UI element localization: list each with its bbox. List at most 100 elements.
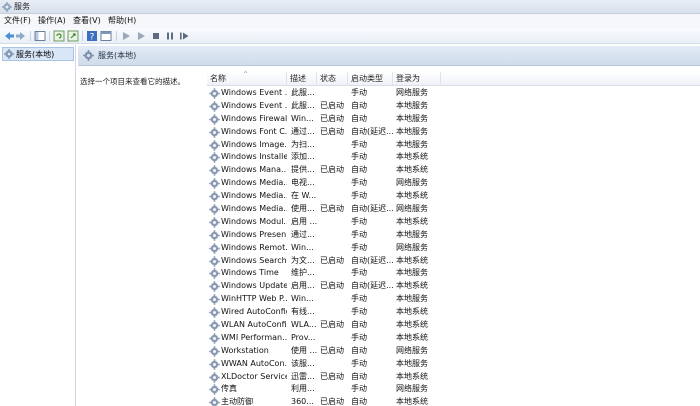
- table-row[interactable]: WWAN AutoCon... 该服... 手动 本地服务: [207, 358, 700, 371]
- table-row[interactable]: Windows Media... 电视... 手动 网络服务: [207, 177, 700, 190]
- table-row[interactable]: Windows Remot... Win... 手动 网络服务: [207, 242, 700, 255]
- column-header-startup-type[interactable]: 启动类型: [348, 72, 393, 86]
- service-logon-as: 本地系统: [396, 371, 428, 381]
- column-header-status[interactable]: 状态: [317, 72, 348, 86]
- table-row[interactable]: Windows Update 启用... 已启动 自动(延迟... 本地系统: [207, 280, 700, 293]
- table-row[interactable]: Windows Installer 添加... 手动 本地系统: [207, 151, 700, 164]
- service-description: 启用 ...: [291, 216, 318, 226]
- service-logon-as: 本地服务: [396, 294, 428, 304]
- service-logon-as: 网络服务: [396, 178, 428, 188]
- toolbar: ?: [0, 28, 700, 44]
- service-logon-as: 网络服务: [396, 242, 428, 252]
- table-row[interactable]: WinHTTP Web P... Win... 手动 本地服务: [207, 293, 700, 306]
- service-name: XLDoctor Service: [221, 371, 287, 381]
- service-gear-icon: [209, 114, 220, 125]
- stop-icon[interactable]: [150, 30, 162, 42]
- tree-item-services-local[interactable]: 服务(本地): [2, 47, 74, 61]
- help-icon[interactable]: ?: [86, 30, 98, 42]
- start-alt-icon[interactable]: [135, 30, 147, 42]
- table-row[interactable]: WLAN AutoConfig WLA... 已启动 自动 本地系统: [207, 319, 700, 332]
- back-icon[interactable]: [3, 30, 15, 42]
- start-icon[interactable]: [120, 30, 132, 42]
- tree-item-label: 服务(本地): [16, 50, 55, 59]
- service-logon-as: 本地系统: [396, 397, 428, 406]
- table-row[interactable]: Windows Presen... 通过... 手动 本地服务: [207, 229, 700, 242]
- service-logon-as: 本地系统: [396, 165, 428, 175]
- service-startup-type: 自动: [351, 345, 367, 355]
- service-name: Windows Modul...: [221, 216, 287, 226]
- refresh-icon[interactable]: [53, 30, 65, 42]
- service-gear-icon: [209, 268, 220, 280]
- service-gear-icon: [209, 191, 220, 202]
- service-status: [320, 383, 348, 396]
- sort-ascending-icon: ^: [243, 71, 249, 78]
- service-status: 已启动: [320, 345, 344, 355]
- table-row[interactable]: Windows Media... 在 W... 手动 本地系统: [207, 190, 700, 203]
- service-startup-type: 自动: [351, 397, 367, 406]
- service-logon-as: 本地系统: [396, 307, 428, 317]
- table-row[interactable]: Workstation 使用 ... 已启动 自动 网络服务: [207, 345, 700, 358]
- service-gear-icon: [209, 204, 220, 215]
- service-logon-as: 本地服务: [396, 358, 428, 368]
- column-header-name[interactable]: 名称 ^: [207, 72, 287, 86]
- properties-icon[interactable]: [100, 30, 112, 42]
- service-logon-as: 本地服务: [396, 126, 428, 136]
- menu-file[interactable]: 文件(F): [4, 16, 31, 26]
- menu-help[interactable]: 帮助(H): [108, 16, 136, 26]
- service-name: WLAN AutoConfig: [221, 320, 287, 330]
- service-gear-icon: [209, 281, 220, 293]
- service-name: Windows Event ...: [221, 88, 287, 97]
- table-row[interactable]: Windows Event ... 此服... 已启动 自动 本地服务: [207, 100, 700, 113]
- console-tree-icon[interactable]: [34, 30, 46, 42]
- table-row[interactable]: XLDoctor Service 迅雷... 已启动 自动 本地系统: [207, 371, 700, 384]
- table-row[interactable]: Windows Image... 为扫... 手动 本地服务: [207, 139, 700, 152]
- service-status: 已启动: [320, 100, 344, 110]
- table-row[interactable]: 主动防御 360... 已启动 自动 本地系统: [207, 396, 700, 406]
- table-row[interactable]: Windows Mana... 提供... 已启动 自动 本地系统: [207, 164, 700, 177]
- service-gear-icon: [209, 101, 220, 112]
- service-status: 已启动: [320, 126, 344, 136]
- service-logon-as: 网络服务: [396, 345, 428, 355]
- service-gear-icon: [209, 307, 220, 318]
- service-startup-type: 手动: [351, 384, 367, 394]
- table-row[interactable]: WMI Performan... Prov... 手动 本地系统: [207, 332, 700, 345]
- table-row[interactable]: Windows Firewall Win... 已启动 自动 本地服务: [207, 113, 700, 126]
- service-name: 传真: [221, 384, 237, 394]
- service-gear-icon: [4, 49, 14, 59]
- table-row[interactable]: Wired AutoConfig 有线... 手动 本地系统: [207, 306, 700, 319]
- forward-icon[interactable]: [15, 30, 27, 42]
- service-status: 已启动: [320, 397, 344, 406]
- service-name: Wired AutoConfig: [221, 307, 287, 317]
- export-icon[interactable]: [67, 30, 79, 42]
- service-startup-type: 自动(延迟...: [351, 255, 393, 265]
- service-gear-icon: [209, 320, 220, 331]
- service-startup-type: 手动: [351, 139, 367, 149]
- service-logon-as: 本地服务: [396, 100, 428, 110]
- column-header-description[interactable]: 描述: [287, 72, 317, 86]
- table-row[interactable]: Windows Time 维护... 手动 本地服务: [207, 267, 700, 280]
- table-row[interactable]: Windows Search 为文... 已启动 自动(延迟... 本地系统: [207, 255, 700, 268]
- service-startup-type: 自动: [351, 113, 367, 123]
- toolbar-separator: [82, 31, 83, 41]
- menu-view[interactable]: 查看(V): [73, 16, 101, 26]
- service-logon-as: 本地系统: [396, 332, 428, 342]
- pause-icon[interactable]: [164, 30, 176, 42]
- service-logon-as: 本地系统: [396, 320, 428, 330]
- service-name: Windows Image...: [221, 139, 287, 149]
- service-description: 为扫...: [291, 139, 315, 149]
- restart-icon[interactable]: [178, 30, 190, 42]
- console-tree: 服务(本地): [0, 45, 76, 406]
- service-logon-as: 本地服务: [396, 113, 428, 123]
- service-description: 在 W...: [291, 191, 317, 201]
- table-row[interactable]: Windows Event ... 此服... 手动 网络服务: [207, 87, 700, 100]
- service-status: [320, 190, 348, 203]
- table-row[interactable]: Windows Media... 使用... 已启动 自动(延迟... 网络服务: [207, 203, 700, 216]
- service-name: Windows Time: [221, 268, 279, 278]
- service-status: [320, 332, 348, 345]
- column-header-logon-as[interactable]: 登录为: [393, 72, 441, 86]
- table-row[interactable]: 传真 利用... 手动 网络服务: [207, 383, 700, 396]
- menu-action[interactable]: 操作(A): [38, 16, 66, 26]
- table-row[interactable]: Windows Font C... 通过... 已启动 自动(延迟... 本地服务: [207, 126, 700, 139]
- service-logon-as: 本地系统: [396, 216, 428, 226]
- table-row[interactable]: Windows Modul... 启用 ... 手动 本地系统: [207, 216, 700, 229]
